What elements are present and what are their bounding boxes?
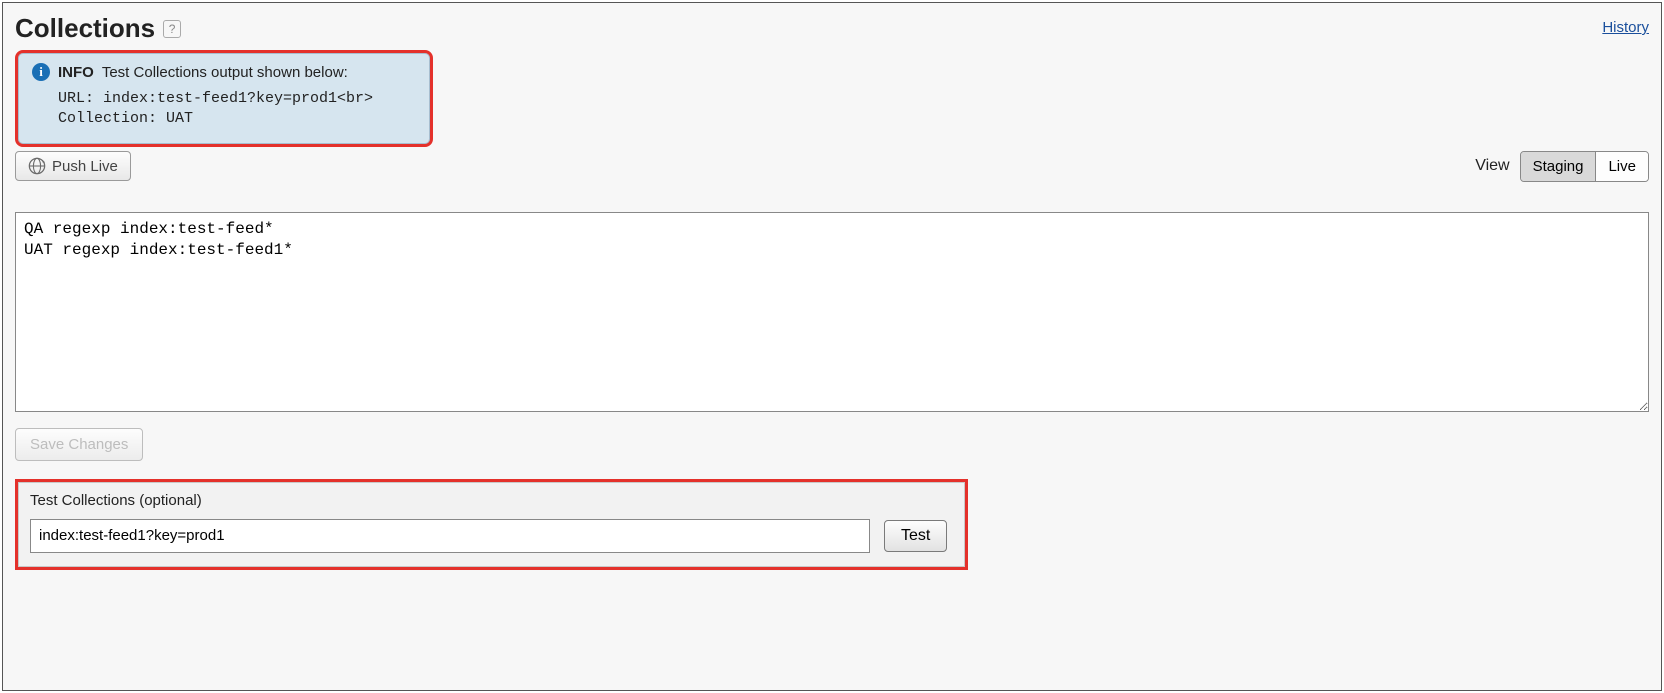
info-message: Test Collections output shown below: [102,64,348,81]
test-button[interactable]: Test [884,520,947,552]
info-box: i INFO Test Collections output shown bel… [15,50,433,147]
help-icon[interactable]: ? [163,20,181,38]
rules-textarea[interactable] [15,212,1649,412]
header-row: Collections ? History [15,13,1649,50]
page-title: Collections ? [15,13,181,44]
test-collections-section: Test Collections (optional) Test [15,479,968,570]
history-link[interactable]: History [1602,19,1649,36]
test-input[interactable] [30,519,870,553]
page-container: Collections ? History i INFO Test Collec… [2,2,1662,691]
toolbar-row: Push Live View Staging Live [15,151,1649,182]
live-tab[interactable]: Live [1595,152,1648,181]
push-live-button[interactable]: Push Live [15,151,131,181]
test-row: Test [30,519,953,553]
info-label: INFO [58,64,94,81]
view-label: View [1475,157,1509,175]
page-title-text: Collections [15,13,155,44]
info-detail: URL: index:test-feed1?key=prod1<br> Coll… [58,89,416,130]
info-header: i INFO Test Collections output shown bel… [32,63,416,81]
push-live-label: Push Live [52,158,118,175]
test-collections-title: Test Collections (optional) [30,492,953,509]
view-segmented: Staging Live [1520,151,1649,182]
staging-tab[interactable]: Staging [1521,152,1596,181]
info-icon: i [32,63,50,81]
save-changes-button[interactable]: Save Changes [15,428,143,461]
view-group: View Staging Live [1475,151,1649,182]
globe-icon [28,157,46,175]
